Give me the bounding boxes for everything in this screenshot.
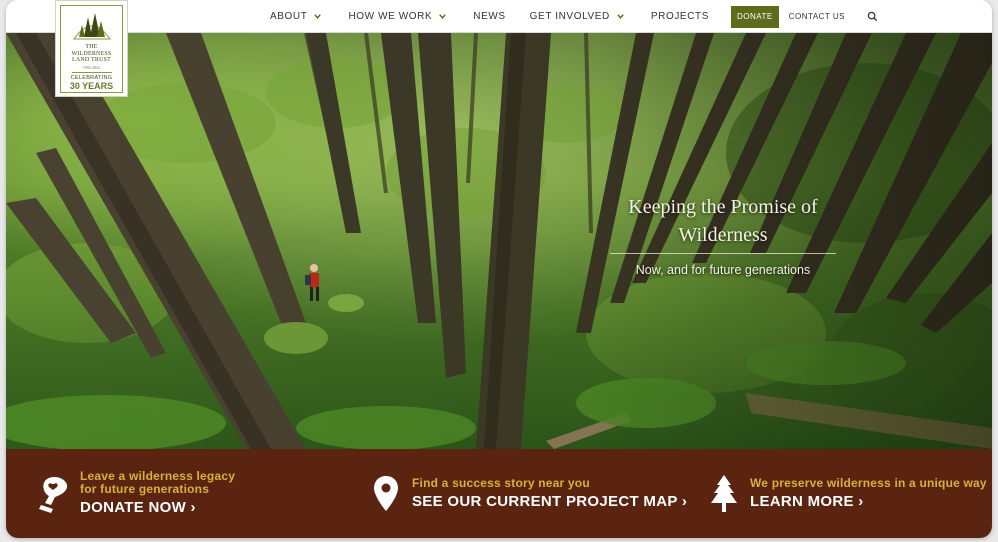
cta-learn-text: We preserve wilderness in a unique way L… bbox=[750, 475, 987, 511]
contact-us-link[interactable]: CONTACT US bbox=[789, 12, 845, 21]
nav-item-news[interactable]: NEWS bbox=[473, 11, 505, 22]
nav-items: ABOUT HOW WE WORK NEWS GET INVOLVED PROJ… bbox=[270, 0, 878, 33]
logo-divider bbox=[71, 71, 112, 73]
logo-anniversary: 30 YEARS bbox=[69, 80, 114, 91]
project-map-link[interactable]: SEE OUR CURRENT PROJECT MAP › bbox=[412, 492, 687, 511]
tree-icon bbox=[706, 474, 742, 514]
hero-title-line1: Keeping the Promise of bbox=[628, 196, 818, 218]
chevron-down-icon bbox=[313, 12, 322, 21]
hero-subtitle: Now, and for future generations bbox=[635, 263, 811, 277]
cta-map-line1: Find a success story near you bbox=[412, 475, 590, 490]
cta-donate[interactable]: Leave a wilderness legacy for future gen… bbox=[36, 449, 235, 538]
search-icon[interactable] bbox=[867, 11, 878, 22]
logo-name-line3: LAND TRUST bbox=[71, 57, 112, 63]
cta-donate-line2: for future generations bbox=[80, 482, 210, 496]
chevron-down-icon bbox=[616, 12, 625, 21]
hero-title: Keeping the Promise of Wilderness bbox=[596, 193, 850, 249]
cta-learn-more[interactable]: We preserve wilderness in a unique way L… bbox=[706, 449, 987, 538]
hand-heart-icon bbox=[36, 474, 72, 514]
nav-item-about[interactable]: ABOUT bbox=[270, 11, 322, 22]
hero-divider bbox=[610, 253, 836, 254]
cta-donate-text: Leave a wilderness legacy for future gen… bbox=[80, 470, 235, 517]
nav-item-label: NEWS bbox=[473, 11, 506, 22]
nav-item-how-we-work[interactable]: HOW WE WORK bbox=[348, 11, 447, 22]
cta-banner: Leave a wilderness legacy for future gen… bbox=[6, 449, 992, 538]
nav-item-projects[interactable]: PROJECTS bbox=[651, 11, 709, 22]
logo-trees-icon bbox=[72, 13, 111, 40]
cta-map-text: Find a success story near you SEE OUR CU… bbox=[412, 475, 687, 511]
main-nav: ABOUT HOW WE WORK NEWS GET INVOLVED PROJ… bbox=[6, 0, 992, 33]
logo-years: 1992-2022 bbox=[82, 64, 101, 70]
cta-project-map[interactable]: Find a success story near you SEE OUR CU… bbox=[368, 449, 687, 538]
nav-item-label: PROJECTS bbox=[650, 11, 709, 22]
donate-button[interactable]: DONATE bbox=[731, 5, 779, 28]
site-logo[interactable]: THE WILDERNESS LAND TRUST 1992-2022 CELE… bbox=[55, 0, 128, 97]
page-frame: Keeping the Promise of Wilderness Now, a… bbox=[6, 0, 992, 538]
donate-now-link[interactable]: DONATE NOW › bbox=[80, 498, 235, 517]
cta-learn-line1: We preserve wilderness in a unique way bbox=[750, 475, 987, 490]
nav-item-get-involved[interactable]: GET INVOLVED bbox=[530, 11, 625, 22]
nav-item-label: HOW WE WORK bbox=[348, 11, 433, 22]
logo-name: THE WILDERNESS LAND TRUST bbox=[72, 44, 112, 64]
hero-title-line2: Wilderness bbox=[678, 224, 768, 246]
logo-frame: THE WILDERNESS LAND TRUST 1992-2022 CELE… bbox=[60, 5, 123, 93]
learn-more-link[interactable]: LEARN MORE › bbox=[750, 492, 987, 511]
chevron-down-icon bbox=[438, 12, 447, 21]
nav-item-label: GET INVOLVED bbox=[529, 11, 610, 22]
nav-item-label: ABOUT bbox=[270, 11, 308, 22]
map-pin-icon bbox=[368, 474, 404, 514]
hero: Keeping the Promise of Wilderness Now, a… bbox=[6, 33, 992, 449]
